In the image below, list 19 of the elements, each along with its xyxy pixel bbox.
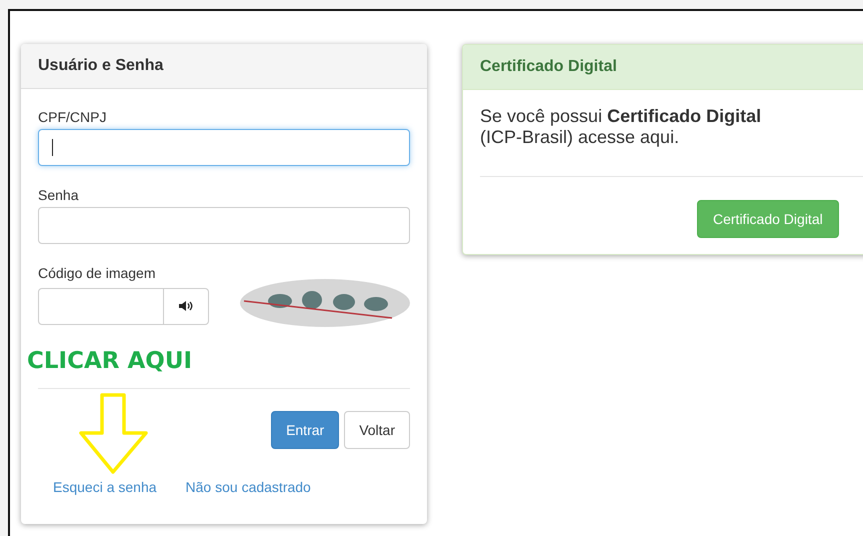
card-title: Usuário e Senha (38, 57, 164, 75)
captcha-input[interactable] (38, 288, 164, 324)
down-arrow-icon (79, 393, 149, 475)
input-field[interactable] (38, 129, 410, 166)
link[interactable]: Não sou cadastrado (186, 479, 311, 495)
input-field[interactable] (38, 207, 410, 244)
field-label: Código de imagem (38, 265, 157, 281)
card-title: Certificado Digital (480, 58, 617, 76)
field-label: Senha (38, 187, 80, 203)
submit-button[interactable]: Entrar (271, 411, 340, 449)
audio-button[interactable] (164, 288, 209, 324)
info-text: Se você possui Certificado Digital (ICP-Brasil) acesse aqui. (480, 106, 762, 148)
certificate-button[interactable]: Certificado Digital (697, 200, 839, 238)
back-button[interactable]: Voltar (344, 411, 410, 449)
annotation-text: CLICAR AQUI (27, 348, 192, 374)
text-cursor (52, 139, 53, 156)
speaker-icon (179, 300, 193, 312)
link[interactable]: Esqueci a senha (53, 479, 157, 495)
field-label: CPF/CNPJ (38, 109, 108, 125)
